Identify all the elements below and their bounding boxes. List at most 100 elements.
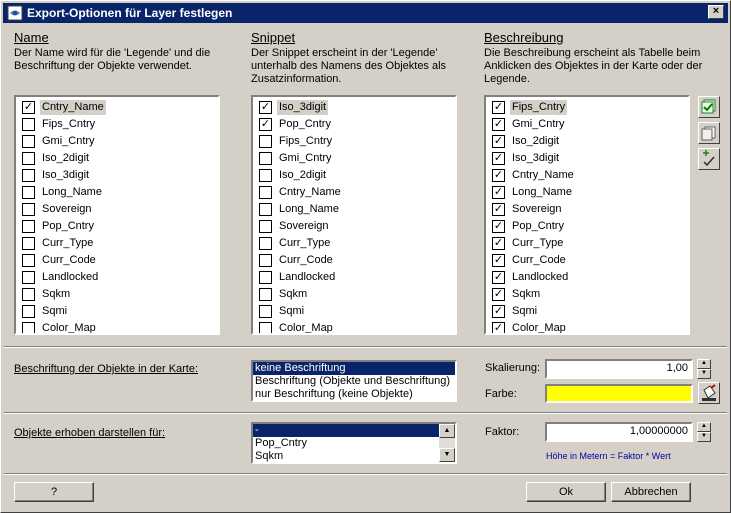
checkbox[interactable] [22,186,35,199]
checkbox[interactable]: ✓ [492,322,505,333]
list-item[interactable]: ✓ Pop_Cntry [486,218,688,235]
checkbox[interactable] [22,254,35,267]
list-item[interactable]: Curr_Code [253,252,455,269]
list-item[interactable]: Curr_Code [16,252,218,269]
list-item[interactable]: Gmi_Cntry [253,150,455,167]
checkbox[interactable]: ✓ [259,118,272,131]
factor-spinner[interactable]: ▲ ▼ [697,422,711,442]
list-item[interactable]: ✓ Cntry_Name [16,99,218,116]
list-item[interactable]: ✓ Sovereign [486,201,688,218]
elevation-scrollbar[interactable]: ▲ ▼ [439,424,455,462]
list-item[interactable]: ✓ Iso_3digit [253,99,455,116]
checkbox[interactable]: ✓ [492,254,505,267]
elevation-option[interactable]: Sqkm [253,450,439,462]
list-item[interactable]: Landlocked [16,269,218,286]
elevation-option[interactable]: Pop_Cntry [253,437,439,450]
list-item[interactable]: Fips_Cntry [253,133,455,150]
scroll-down-icon[interactable]: ▼ [439,448,455,462]
checkbox[interactable]: ✓ [492,237,505,250]
checkbox[interactable] [22,220,35,233]
spin-up-icon[interactable]: ▲ [697,422,711,432]
list-item[interactable]: ✓ Iso_3digit [486,150,688,167]
cancel-button[interactable]: Abbrechen [611,482,691,502]
list-item[interactable]: Iso_3digit [16,167,218,184]
list-item[interactable]: ✓ Pop_Cntry [253,116,455,133]
labeling-option[interactable]: keine Beschriftung [253,362,455,375]
checkbox[interactable]: ✓ [492,288,505,301]
list-item[interactable]: Long_Name [253,201,455,218]
checkbox[interactable] [22,135,35,148]
scroll-up-icon[interactable]: ▲ [439,424,455,438]
checkbox[interactable] [259,305,272,318]
list-item[interactable]: Iso_2digit [253,167,455,184]
checkbox[interactable] [22,322,35,333]
list-item[interactable]: Sqkm [16,286,218,303]
checkbox[interactable]: ✓ [492,220,505,233]
checkbox[interactable] [259,135,272,148]
list-item[interactable]: ✓ Curr_Type [486,235,688,252]
checkbox[interactable]: ✓ [492,152,505,165]
copy-button[interactable] [698,122,720,144]
snippet-field-list[interactable]: ✓ Iso_3digit ✓ Pop_Cntry Fips_Cntry Gmi_Cntry… [251,95,457,335]
labeling-list[interactable]: keine Beschriftung Beschriftung (Objekte… [251,360,457,402]
list-item[interactable]: ✓ Landlocked [486,269,688,286]
list-item[interactable]: Fips_Cntry [16,116,218,133]
checkbox[interactable] [22,237,35,250]
check-all-button[interactable] [698,96,720,118]
checkbox[interactable]: ✓ [492,118,505,131]
list-item[interactable]: Landlocked [253,269,455,286]
checkbox[interactable]: ✓ [22,101,35,114]
scaling-spinner[interactable]: ▲ ▼ [697,359,711,379]
labeling-option[interactable]: nur Beschriftung (keine Objekte) [253,388,455,400]
checkbox[interactable] [259,254,272,267]
list-item[interactable]: Curr_Type [16,235,218,252]
elevation-option[interactable]: - [253,424,439,437]
checkbox[interactable] [259,322,272,333]
checkbox[interactable] [259,237,272,250]
list-item[interactable]: Sqmi [16,303,218,320]
spin-down-icon[interactable]: ▼ [697,369,711,379]
checkbox[interactable]: ✓ [492,169,505,182]
list-item[interactable]: Sqkm [253,286,455,303]
checkbox[interactable]: ✓ [492,271,505,284]
list-item[interactable]: Color_Map [253,320,455,333]
checkbox[interactable] [259,220,272,233]
checkbox[interactable] [259,186,272,199]
checkbox[interactable] [22,305,35,318]
list-item[interactable]: ✓ Iso_2digit [486,133,688,150]
name-field-list[interactable]: ✓ Cntry_Name Fips_Cntry Gmi_Cntry Iso_2digit… [14,95,220,335]
checkbox[interactable] [259,271,272,284]
list-item[interactable]: Color_Map [16,320,218,333]
color-picker-button[interactable] [698,382,720,404]
checkbox[interactable]: ✓ [492,101,505,114]
checkbox[interactable] [22,203,35,216]
help-button[interactable]: ? [14,482,94,502]
checkbox[interactable] [259,169,272,182]
description-field-list[interactable]: ✓ Fips_Cntry ✓ Gmi_Cntry ✓ Iso_2digit ✓ Iso_3di… [484,95,690,335]
factor-input[interactable]: 1,00000000 [545,422,693,442]
checkbox[interactable] [22,288,35,301]
list-item[interactable]: Sovereign [16,201,218,218]
list-item[interactable]: ✓ Cntry_Name [486,167,688,184]
color-swatch[interactable] [545,384,693,403]
list-item[interactable]: Cntry_Name [253,184,455,201]
list-item[interactable]: ✓ Curr_Code [486,252,688,269]
checkbox[interactable] [22,152,35,165]
checkbox[interactable] [259,152,272,165]
sort-button[interactable] [698,148,720,170]
close-button[interactable]: × [708,5,724,19]
ok-button[interactable]: Ok [526,482,606,502]
list-item[interactable]: Sqmi [253,303,455,320]
scaling-input[interactable]: 1,00 [545,359,693,379]
checkbox[interactable]: ✓ [492,305,505,318]
checkbox[interactable] [259,288,272,301]
labeling-option[interactable]: Beschriftung (Objekte und Beschriftung) [253,375,455,388]
list-item[interactable]: ✓ Gmi_Cntry [486,116,688,133]
checkbox[interactable] [22,169,35,182]
elevation-list[interactable]: - Pop_Cntry Sqkm ▲ ▼ [251,422,457,464]
list-item[interactable]: Sovereign [253,218,455,235]
list-item[interactable]: ✓ Color_Map [486,320,688,333]
checkbox[interactable] [22,118,35,131]
list-item[interactable]: Iso_2digit [16,150,218,167]
list-item[interactable]: ✓ Sqmi [486,303,688,320]
